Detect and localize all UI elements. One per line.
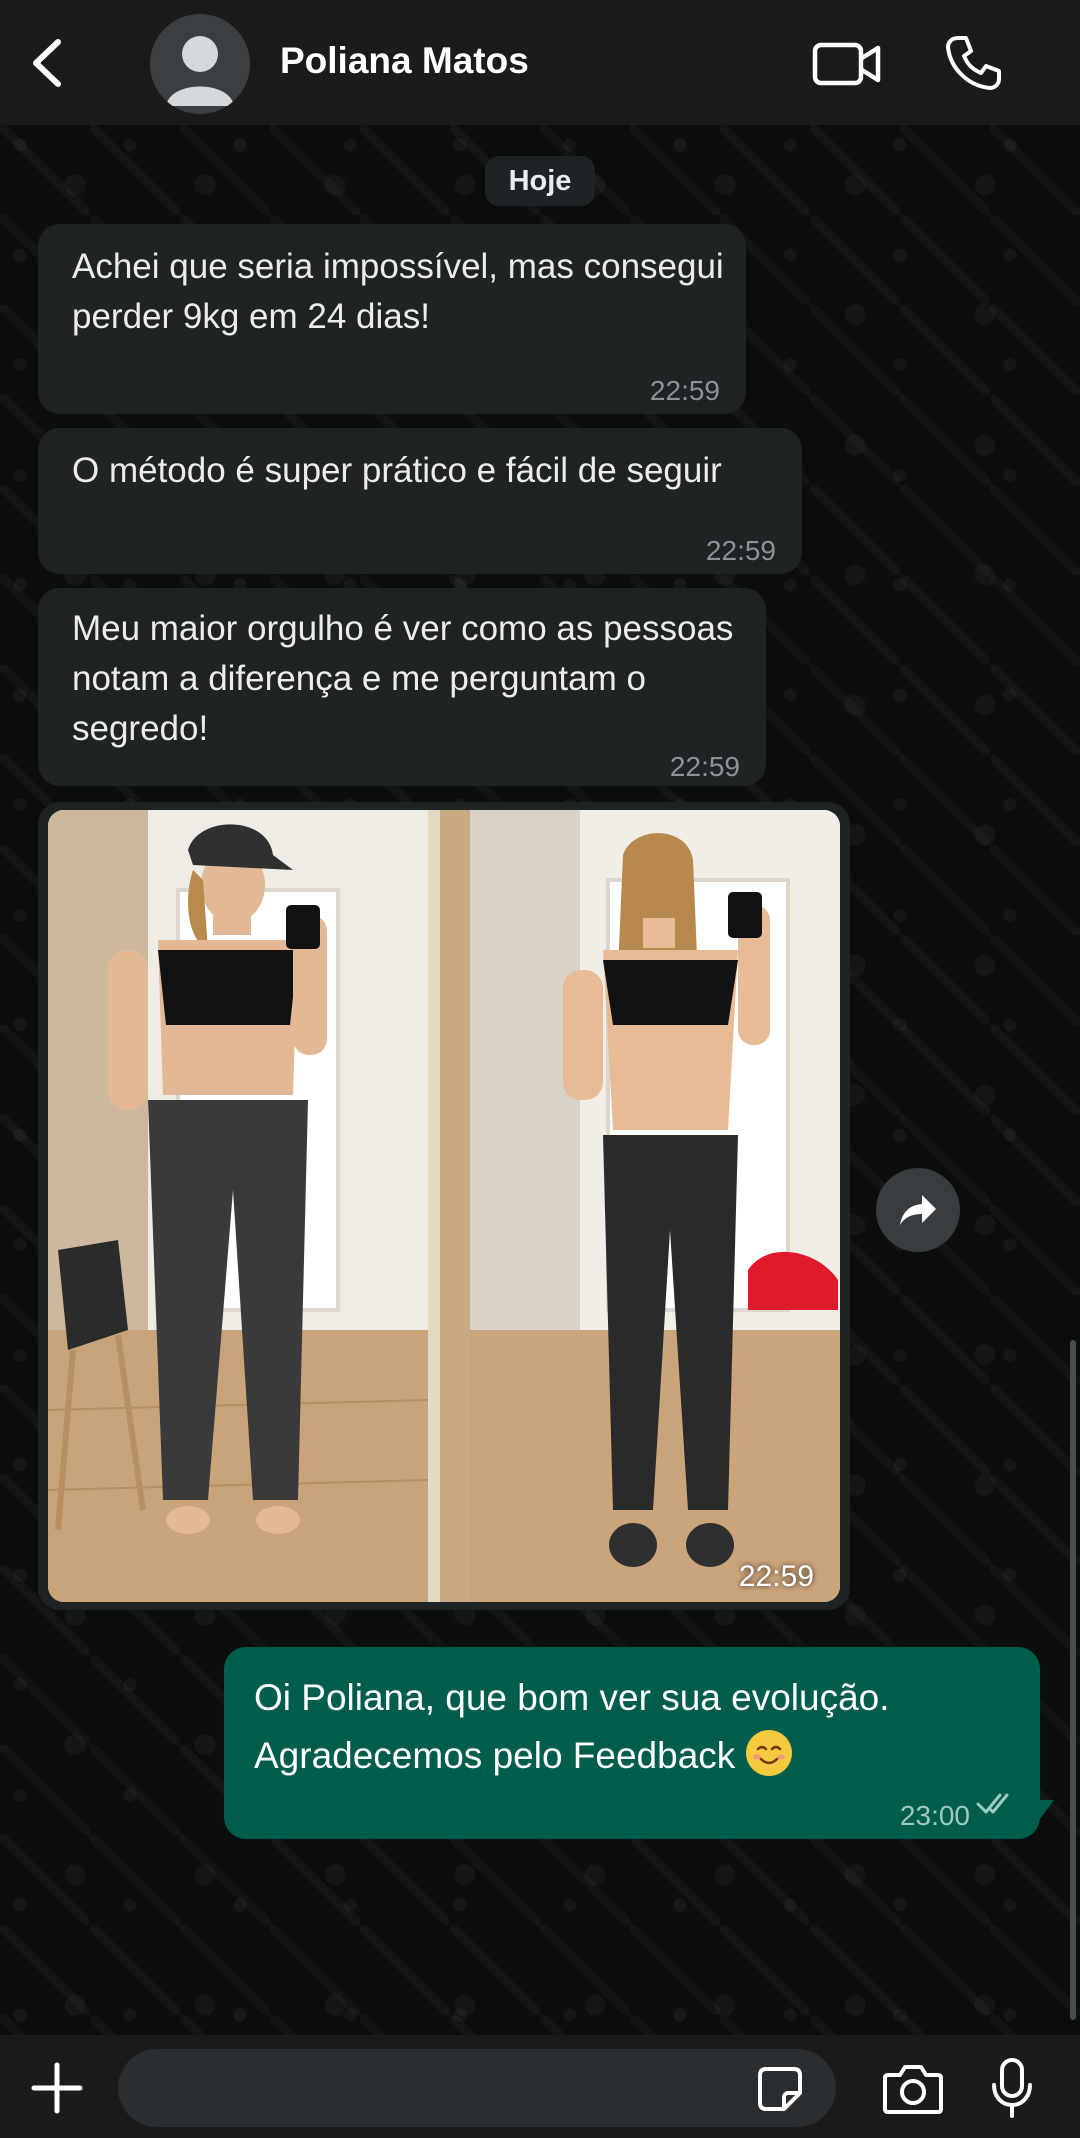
scrollbar[interactable] (1070, 1340, 1076, 2020)
message-time: 22:59 (649, 375, 720, 406)
incoming-message[interactable]: Achei que seria impossível, mas consegui… (38, 224, 746, 414)
date-separator: Hoje (485, 156, 595, 206)
message-time: 22:59 (669, 751, 740, 782)
photo-message[interactable]: 22:59 (38, 802, 850, 1610)
chat-header: Poliana Matos (0, 0, 1080, 125)
smiling-face-emoji (745, 1730, 792, 1776)
photo-time: 22:59 (738, 1560, 814, 1593)
before-after-image (48, 810, 840, 1602)
voice-call-button[interactable] (944, 34, 1002, 92)
message-time: 22:59 (705, 535, 776, 566)
sticker-button[interactable] (756, 2065, 804, 2113)
message-text: Oi Poliana, que bom ver sua evolução. Ag… (254, 1669, 1024, 1785)
contact-avatar[interactable] (150, 14, 250, 114)
message-input[interactable] (118, 2049, 836, 2127)
forward-arrow-icon (900, 1195, 936, 1225)
message-time: 23:00 (899, 1800, 970, 1831)
message-text-content: Oi Poliana, que bom ver sua evolução. Ag… (254, 1677, 890, 1776)
message-text: O método é super prático e fácil de segu… (72, 451, 722, 490)
outgoing-message[interactable]: Oi Poliana, que bom ver sua evolução. Ag… (224, 1647, 1040, 1839)
before-after-photo[interactable]: 22:59 (48, 810, 840, 1602)
phone-icon (946, 36, 1001, 90)
message-text: Meu maior orgulho é ver como as pessoas … (72, 609, 734, 748)
video-call-button[interactable] (812, 40, 882, 88)
message-text: Achei que seria impossível, mas consegui… (72, 247, 724, 336)
camera-button[interactable] (882, 2061, 944, 2117)
sticker-icon (758, 2067, 802, 2111)
microphone-icon (992, 2058, 1032, 2118)
double-check-icon (976, 1793, 1009, 1814)
camera-icon (883, 2065, 943, 2114)
forward-button[interactable] (876, 1168, 960, 1252)
person-icon (166, 36, 234, 106)
attach-button[interactable] (30, 2061, 84, 2115)
contact-name[interactable]: Poliana Matos (280, 40, 529, 82)
plus-icon (31, 2062, 83, 2114)
chevron-left-icon (33, 39, 61, 87)
incoming-message[interactable]: O método é super prático e fácil de segu… (38, 428, 802, 574)
incoming-message[interactable]: Meu maior orgulho é ver como as pessoas … (38, 588, 766, 786)
microphone-button[interactable] (990, 2057, 1034, 2119)
back-button[interactable] (28, 38, 68, 88)
video-camera-icon (812, 42, 881, 86)
composer-bar (0, 2035, 1080, 2138)
